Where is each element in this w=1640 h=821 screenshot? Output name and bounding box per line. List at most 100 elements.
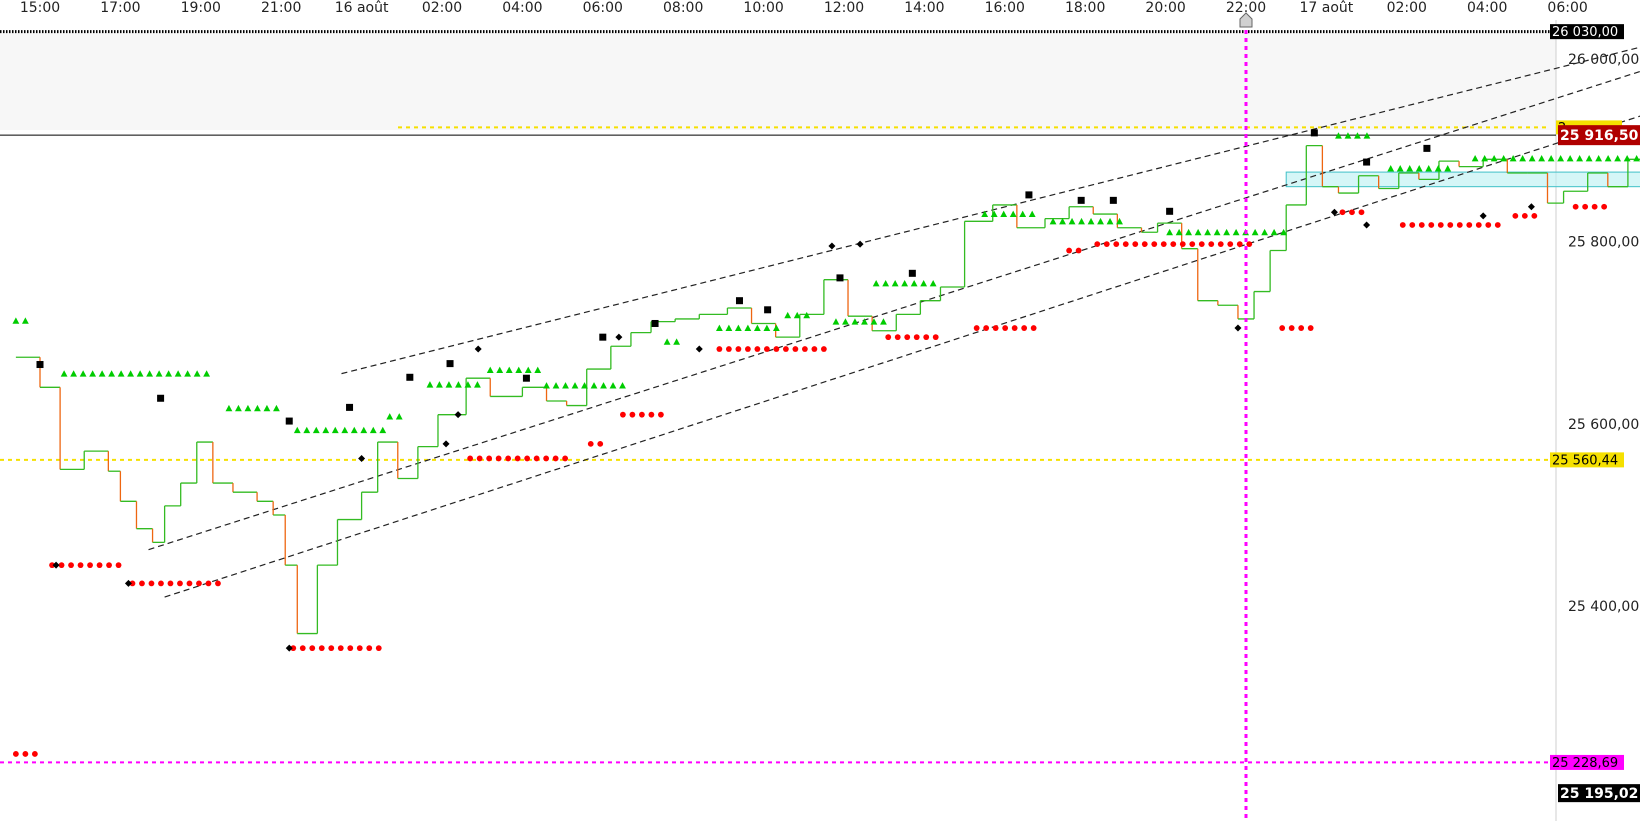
green-triangle-marker [753, 324, 761, 332]
green-triangle-marker [193, 370, 201, 377]
black-square-marker [1310, 129, 1318, 137]
red-dot-marker [629, 411, 636, 418]
red-dot-marker [115, 562, 122, 569]
green-triangle-marker [891, 279, 899, 287]
red-dot-marker [87, 562, 93, 569]
price-tag-top: 26 030,00 [1552, 25, 1618, 40]
x-tick-label: 21:00 [261, 0, 301, 16]
green-triangle-marker [21, 317, 29, 324]
red-dot-marker [205, 580, 212, 587]
green-triangle-marker [1204, 228, 1212, 236]
red-dot-marker [148, 580, 155, 587]
green-triangle-marker [515, 366, 523, 373]
price-chart[interactable]: 15:00 17:00 19:00 21:00 16 août 02:00 04:00 06:… [0, 0, 1640, 821]
red-dot-marker [299, 645, 306, 652]
green-triangle-marker [673, 338, 681, 345]
red-dot-marker [992, 325, 999, 331]
red-dot-marker [1307, 325, 1314, 331]
green-triangle-marker [920, 279, 928, 287]
green-triangle-marker [534, 366, 542, 373]
green-triangle-marker [715, 324, 723, 332]
green-triangle-marker [273, 404, 280, 412]
y-tick-label: 25 600,00 [1568, 417, 1639, 433]
green-triangle-marker [929, 279, 937, 287]
red-dot-marker [773, 346, 780, 352]
black-square-marker [157, 394, 165, 402]
green-triangle-marker [505, 366, 513, 373]
red-dot-marker [337, 645, 344, 652]
green-triangle-marker [203, 370, 211, 377]
red-dot-marker [1217, 241, 1224, 248]
green-triangle-marker [1185, 228, 1193, 236]
red-dot-marker [309, 645, 316, 652]
red-dot-marker [1531, 212, 1538, 219]
x-tick-label: 12:00 [824, 0, 864, 16]
price-tag-yellow-level: 25 560,44 [1552, 453, 1618, 468]
x-tick-label: 20:00 [1145, 0, 1185, 16]
black-square-marker [1166, 207, 1174, 215]
green-triangle-marker [882, 279, 890, 287]
green-triangle-marker [369, 426, 377, 434]
red-dot-marker [31, 751, 38, 757]
red-dot-marker [1521, 212, 1528, 219]
x-tick-label: 17:00 [100, 0, 140, 16]
green-triangle-marker [341, 426, 349, 434]
red-dot-marker [1418, 222, 1425, 228]
red-dot-marker [356, 645, 363, 652]
green-triangle-marker [1009, 210, 1017, 218]
red-dot-marker [1021, 325, 1028, 331]
red-dot-marker [1582, 203, 1589, 210]
green-triangle-marker [127, 370, 135, 377]
red-dot-marker [186, 580, 193, 587]
red-dot-marker [1428, 222, 1435, 228]
vertical-time-marker[interactable] [1239, 12, 1253, 821]
green-triangle-marker [1500, 155, 1508, 162]
x-tick-label: 02:00 [1387, 0, 1427, 16]
green-triangle-marker [663, 338, 671, 345]
red-dot-marker [1288, 325, 1295, 331]
red-dot-marker [196, 580, 202, 587]
red-dot-marker [1132, 241, 1139, 248]
red-dot-marker [177, 580, 183, 587]
red-dot-marker [167, 580, 174, 587]
red-dot-marker [1002, 325, 1009, 331]
black-diamond-marker [1479, 212, 1487, 220]
green-triangle-marker [1087, 217, 1095, 225]
red-dot-marker [139, 580, 145, 587]
green-triangle-marker [98, 370, 106, 377]
black-square-marker [346, 403, 354, 411]
green-triangle-marker [1406, 165, 1414, 172]
y-tick-label: 26 000,00 [1568, 52, 1639, 68]
x-tick-label: 19:00 [181, 0, 221, 16]
red-dot-marker [495, 455, 502, 462]
green-triangle-marker [1028, 210, 1036, 218]
black-square-marker [285, 417, 293, 425]
red-dot-marker [725, 346, 732, 352]
red-dot-marker [1011, 325, 1018, 331]
red-dot-marker [1094, 241, 1101, 248]
green-triangle-marker [524, 366, 532, 373]
red-dot-marker [894, 334, 901, 341]
green-triangle-marker [590, 382, 598, 389]
green-triangle-marker [571, 382, 579, 389]
red-dot-marker [1485, 222, 1492, 228]
green-triangle-marker [70, 370, 78, 377]
x-tick-label: 15:00 [20, 0, 60, 16]
green-triangle-marker [1251, 228, 1259, 236]
black-square-marker [599, 333, 607, 341]
green-triangle-marker [263, 404, 271, 412]
green-triangle-marker [1068, 217, 1076, 225]
green-triangle-marker [725, 324, 733, 332]
red-dot-marker [763, 346, 770, 352]
green-triangle-marker [1019, 210, 1027, 218]
green-triangle-marker [1232, 228, 1240, 236]
red-dot-marker [1075, 247, 1082, 254]
green-triangle-marker [1261, 228, 1269, 236]
red-dot-marker [620, 411, 626, 418]
green-triangle-marker [322, 426, 330, 434]
black-diamond-marker [1363, 221, 1371, 229]
green-triangle-marker [486, 366, 494, 373]
red-dot-marker [1601, 203, 1608, 210]
green-triangle-marker [89, 370, 97, 377]
price-tag-magenta: 25 228,69 [1552, 756, 1618, 771]
